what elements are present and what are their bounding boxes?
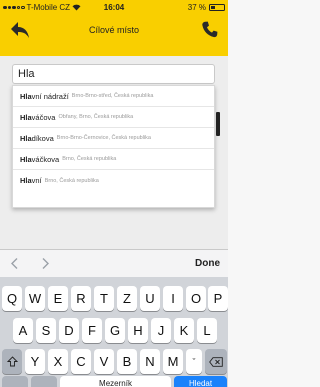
key-q[interactable]: Q [2,286,22,311]
battery-percent: 37 % [187,3,206,12]
page-title: Cílové místo [88,25,139,35]
key-caron[interactable]: ˇ [186,349,202,374]
key-u[interactable]: U [140,286,160,311]
side-panel-handle[interactable] [216,112,220,136]
suggestion-subtitle: Brno-Brno-střed, Česká republika [71,93,154,99]
key-r[interactable]: R [71,286,91,311]
backspace-key[interactable] [205,349,227,374]
key-v[interactable]: V [94,349,114,374]
suggestion-title: Hlaváčova [20,112,56,122]
key-a[interactable]: A [13,318,33,343]
battery-icon [209,4,225,11]
key-b[interactable]: B [117,349,137,374]
suggestion-title: Hlavní [20,176,42,185]
key-m[interactable]: M [163,349,183,374]
shift-key[interactable] [2,349,22,374]
destination-search-input[interactable] [12,64,215,84]
battery-info: 37 % [188,3,225,12]
key-k[interactable]: K [174,318,194,343]
search-key[interactable]: Hledat [174,376,227,387]
key-f[interactable]: F [82,318,102,343]
key-x[interactable]: X [48,349,68,374]
key-j[interactable]: J [151,318,171,343]
key-e[interactable]: E [48,286,68,311]
key-w[interactable]: W [25,286,45,311]
globe-key[interactable] [31,376,57,387]
suggestion-item[interactable]: Hlaváčkova Brno, Česká republika [13,149,214,170]
suggestion-subtitle: Brno, Česká republika [62,156,117,162]
key-n[interactable]: N [140,349,160,374]
key-t[interactable]: T [94,286,114,311]
suggestion-title: Hlavní nádraží [20,91,69,101]
suggestion-item[interactable]: Hlaváčova Obřany, Brno, Česká republika [13,107,214,128]
key-c[interactable]: C [71,349,91,374]
key-s[interactable]: S [36,318,56,343]
suggestion-subtitle: Brno, Česká republika [44,177,99,184]
key-i[interactable]: I [163,286,183,311]
suggestion-subtitle: Obřany, Brno, Česká republika [58,114,134,120]
phone-icon[interactable] [202,21,218,38]
key-l[interactable]: L [197,318,217,343]
key-h[interactable]: H [128,318,148,343]
keyboard: Q W E R T Z U I O P A S D F G H J K L Y … [0,277,228,387]
key-g[interactable]: G [105,318,125,343]
status-bar: T-Mobile CZ 16:04 37 % [0,0,228,14]
key-p[interactable]: P [208,286,228,311]
space-key[interactable]: Mezerník [60,376,171,387]
backspace-icon [209,356,223,367]
key-d[interactable]: D [59,318,79,343]
suggestions-dropdown: Hlavní nádraží Brno-Brno-střed, Česká re… [12,85,215,208]
key-z[interactable]: Z [117,286,137,311]
key-o[interactable]: O [186,286,206,311]
chevron-left-icon[interactable] [9,257,21,270]
done-button[interactable]: Done [195,258,220,269]
suggestion-title: Hladíkova [20,133,54,143]
suggestion-item[interactable]: Hladíkova Brno-Brno-Černovice, Česká rep… [13,128,214,149]
shift-icon [6,356,18,367]
nav-bar: Cílové místo [0,14,228,48]
suggestion-item[interactable]: Hlavní nádraží Brno-Brno-střed, Česká re… [13,86,214,107]
keyboard-accessory-bar: Done [0,249,228,277]
key-y[interactable]: Y [25,349,45,374]
numbers-key[interactable] [2,376,28,387]
suggestion-item[interactable]: Hlavní Brno, Česká republika [13,170,214,191]
suggestion-title: Hlaváčkova [20,154,60,164]
suggestion-subtitle: Brno-Brno-Černovice, Česká republika [56,135,151,141]
chevron-right-icon[interactable] [39,257,51,270]
